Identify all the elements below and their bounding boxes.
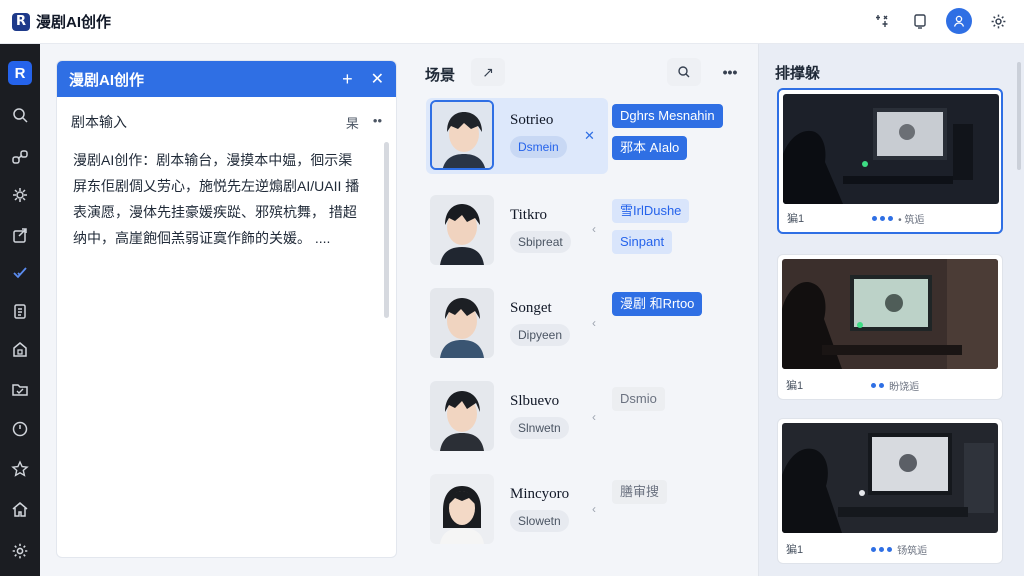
- character-row[interactable]: Sotrieo Dsmein ✕: [426, 98, 608, 174]
- character-tag: Sbipreat: [510, 231, 571, 253]
- more-options-button[interactable]: •••: [713, 58, 747, 86]
- storyboard-title: 排撑躲: [775, 65, 821, 82]
- shot-label: 猵1: [786, 380, 804, 392]
- scene-pill[interactable]: 膳审搜: [612, 480, 668, 504]
- shot-label: 猵1: [786, 544, 804, 556]
- star-icon[interactable]: [0, 452, 40, 486]
- scene-pill[interactable]: 雪IrlDushe: [612, 199, 690, 223]
- character-tag: Dipyeen: [510, 324, 571, 346]
- chevron-left-icon: ‹: [592, 410, 596, 424]
- rail-logo-glyph: R: [8, 61, 32, 85]
- character-row[interactable]: Slbuevo Slnwetn: [426, 379, 746, 455]
- check-icon[interactable]: [0, 256, 40, 290]
- scene-pill[interactable]: 邪本 AIalo: [612, 136, 688, 160]
- pagination-dots: [872, 215, 894, 221]
- character-name: Mincyoro: [510, 486, 570, 502]
- character-tag: Slnwetn: [510, 417, 569, 439]
- share-icon[interactable]: [0, 218, 40, 252]
- character-name: Slbuevo: [510, 393, 560, 409]
- folder-icon[interactable]: [0, 372, 40, 406]
- window-icon[interactable]: [908, 9, 932, 33]
- pagination-dots: [871, 382, 885, 388]
- chevron-left-icon: ‹: [592, 502, 596, 516]
- scene-title: 场景: [425, 67, 456, 84]
- app-title: 漫剧AI创作: [36, 14, 112, 31]
- shot-label: 猵1: [787, 213, 805, 225]
- script-action-button[interactable]: 杲: [346, 113, 359, 132]
- top-bar: R 漫剧AI创作: [0, 0, 1024, 44]
- scene-thumbnail: [783, 94, 999, 204]
- scene-pill[interactable]: 漫剧 和Rrtoo: [612, 292, 703, 316]
- house-icon[interactable]: [0, 492, 40, 526]
- app-logo: R: [12, 12, 30, 31]
- scene-pill[interactable]: Dghrs Mesnahin: [612, 104, 723, 128]
- close-icon[interactable]: ✕: [371, 69, 384, 89]
- character-tag: Dsmein: [510, 136, 567, 158]
- add-icon[interactable]: +: [342, 69, 353, 90]
- character-row[interactable]: Mincyoro Slowetn: [426, 472, 746, 548]
- clock-icon[interactable]: [0, 412, 40, 446]
- search-button[interactable]: [667, 58, 701, 86]
- scene-pill[interactable]: Dsmio: [612, 387, 665, 411]
- scene-thumbnail: [782, 423, 998, 533]
- gear-icon[interactable]: [986, 9, 1010, 33]
- storyboard-card[interactable]: 猵1 钖筑逅: [777, 418, 1003, 564]
- shot-caption: 钖筑逅: [897, 545, 928, 557]
- script-panel-header: 漫剧AI创作 + ✕: [57, 61, 396, 97]
- character-name: Songet: [510, 300, 552, 316]
- script-panel-title: 漫剧AI创作: [69, 71, 145, 89]
- chevron-left-icon: ‹: [592, 316, 596, 330]
- character-row[interactable]: Titkro Sbipreat: [426, 193, 746, 269]
- puzzle-icon[interactable]: [0, 178, 40, 212]
- script-text[interactable]: 漫剧AI创作：剧本输台，漫摸本中媪，徊示渠 屏东佢剧倜乂劳心，施悦先左逆煽剧AI…: [57, 147, 377, 251]
- home-box-icon[interactable]: [0, 332, 40, 366]
- character-avatar: [430, 474, 494, 544]
- search-icon[interactable]: [0, 98, 40, 132]
- scene-thumbnail: [782, 259, 998, 369]
- character-avatar: [430, 381, 494, 451]
- character-name: Titkro: [510, 207, 547, 223]
- remove-icon[interactable]: ✕: [584, 128, 595, 144]
- scene-header: 场景 ↗ •••: [425, 58, 745, 88]
- clipboard-icon[interactable]: [0, 294, 40, 328]
- left-rail: R: [0, 44, 40, 576]
- compass-icon[interactable]: [870, 9, 894, 33]
- link-icon[interactable]: [0, 140, 40, 174]
- character-avatar: [430, 288, 494, 358]
- rail-logo[interactable]: R: [0, 56, 40, 90]
- expand-button[interactable]: ↗: [471, 58, 505, 86]
- user-avatar-icon[interactable]: [946, 8, 972, 34]
- storyboard-card[interactable]: 猵1 • 筑逅: [777, 88, 1003, 234]
- character-avatar: [430, 195, 494, 265]
- script-panel: 漫剧AI创作 + ✕ 剧本输入 杲 •• 漫剧AI创作：剧本输台，漫摸本中媪，徊…: [56, 60, 397, 558]
- settings-icon[interactable]: [0, 534, 40, 568]
- character-avatar: [430, 100, 494, 170]
- character-tag: Slowetn: [510, 510, 569, 532]
- top-actions: [870, 8, 1010, 34]
- pagination-dots: [871, 546, 893, 552]
- character-name: Sotrieo: [510, 112, 554, 128]
- script-input-header: 剧本输入 杲 ••: [57, 97, 396, 147]
- more-icon[interactable]: ••: [373, 113, 382, 132]
- script-scrollbar[interactable]: [384, 142, 389, 318]
- shot-caption: 盼饶逅: [889, 381, 920, 393]
- script-input-title: 剧本输入: [71, 114, 127, 130]
- storyboard-card[interactable]: 猵1 盼饶逅: [777, 254, 1003, 400]
- shot-caption: • 筑逅: [898, 214, 925, 226]
- storyboard-panel: 排撑躲 猵1 • 筑逅 猵1 盼饶逅 猵1 钖筑逅: [758, 44, 1024, 576]
- storyboard-scrollbar[interactable]: [1017, 62, 1021, 170]
- scene-pill[interactable]: Sinpant: [612, 230, 673, 254]
- chevron-left-icon: ‹: [592, 222, 596, 236]
